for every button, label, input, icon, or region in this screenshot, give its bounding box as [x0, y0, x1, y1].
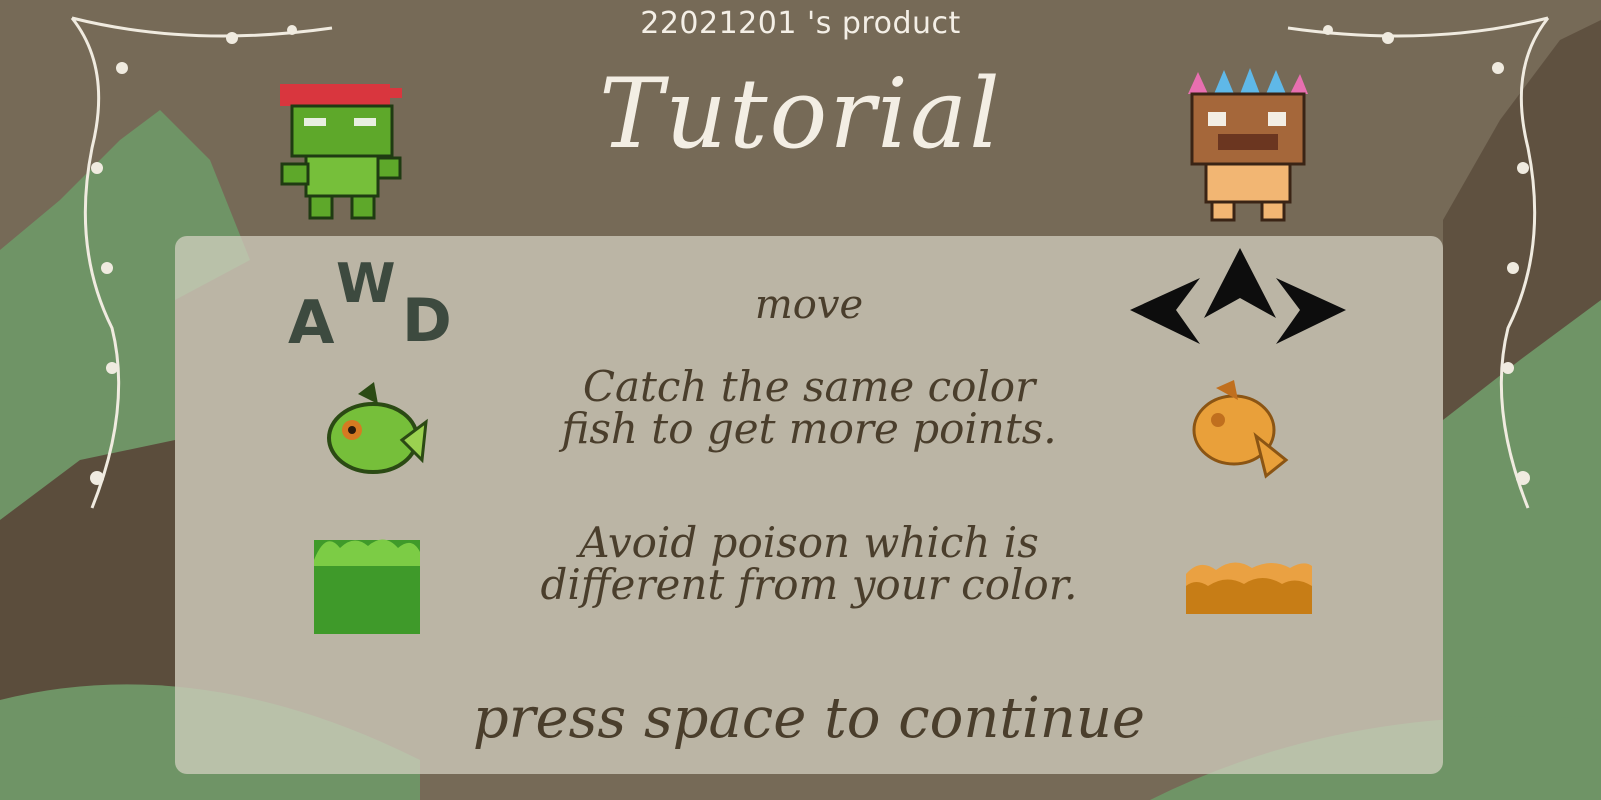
catch-line-2: fish to get more points. — [561, 404, 1057, 453]
tiki-player-icon — [1188, 68, 1308, 222]
move-instruction: move — [754, 282, 864, 328]
page-title: Tutorial — [599, 58, 1002, 170]
catch-line-1: Catch the same color — [582, 362, 1036, 411]
author-credit: 22021201 's product — [640, 6, 961, 41]
catch-instruction: Catch the same color fish to get more po… — [175, 366, 1443, 450]
tutorial-screen: 22021201 's product Tutorial A W D move … — [0, 0, 1601, 800]
frog-player-icon — [280, 84, 402, 220]
avoid-line-2: different from your color. — [540, 560, 1078, 609]
avoid-line-1: Avoid poison which is — [579, 518, 1039, 567]
continue-prompt[interactable]: press space to continue — [175, 686, 1443, 751]
avoid-instruction: Avoid poison which is different from you… — [175, 522, 1443, 606]
